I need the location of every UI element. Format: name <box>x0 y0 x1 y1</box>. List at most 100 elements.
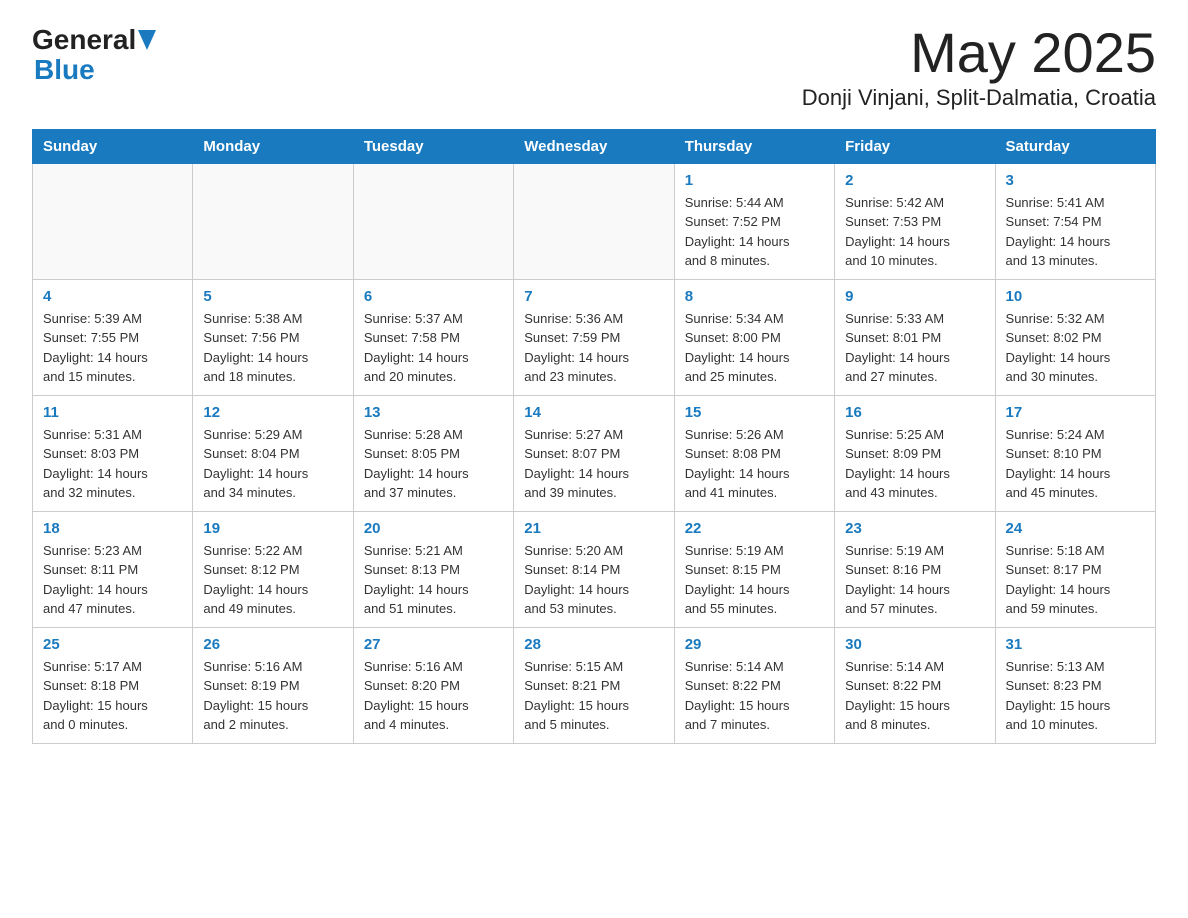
day-info: Sunrise: 5:29 AM Sunset: 8:04 PM Dayligh… <box>203 425 342 503</box>
calendar-cell: 25 Sunrise: 5:17 AM Sunset: 8:18 PM Dayli… <box>33 627 193 743</box>
calendar-cell: 5Sunrise: 5:38 AM Sunset: 7:56 PM Daylig… <box>193 279 353 395</box>
calendar-cell: 15 Sunrise: 5:26 AM Sunset: 8:08 PM Dayli… <box>674 395 834 511</box>
day-info: Sunrise: 5:18 AM Sunset: 8:17 PM Dayligh… <box>1006 541 1145 619</box>
day-number: 23 <box>845 520 984 537</box>
day-number: 8 <box>685 288 824 305</box>
day-info: Sunrise: 5:24 AM Sunset: 8:10 PM Dayligh… <box>1006 425 1145 503</box>
calendar-cell: 12Sunrise: 5:29 AM Sunset: 8:04 PM Dayli… <box>193 395 353 511</box>
day-number: 27 <box>364 636 503 653</box>
day-number: 9 <box>845 288 984 305</box>
calendar-cell: 16 Sunrise: 5:25 AM Sunset: 8:09 PM Dayli… <box>835 395 995 511</box>
day-info: Sunrise: 5:31 AM Sunset: 8:03 PM Dayligh… <box>43 425 182 503</box>
day-info: Sunrise: 5:13 AM Sunset: 8:23 PM Dayligh… <box>1006 657 1145 735</box>
day-number: 29 <box>685 636 824 653</box>
day-number: 3 <box>1006 172 1145 189</box>
day-info: Sunrise: 5:21 AM Sunset: 8:13 PM Dayligh… <box>364 541 503 619</box>
day-number: 17 <box>1006 404 1145 421</box>
day-number: 28 <box>524 636 663 653</box>
day-info: Sunrise: 5:36 AM Sunset: 7:59 PM Dayligh… <box>524 309 663 387</box>
day-info: Sunrise: 5:25 AM Sunset: 8:09 PM Dayligh… <box>845 425 984 503</box>
day-number: 26 <box>203 636 342 653</box>
calendar-day-header: Wednesday <box>514 129 674 163</box>
calendar-cell <box>33 163 193 279</box>
day-info: Sunrise: 5:38 AM Sunset: 7:56 PM Dayligh… <box>203 309 342 387</box>
day-number: 22 <box>685 520 824 537</box>
calendar-day-header: Sunday <box>33 129 193 163</box>
day-info: Sunrise: 5:16 AM Sunset: 8:19 PM Dayligh… <box>203 657 342 735</box>
calendar-cell: 28 Sunrise: 5:15 AM Sunset: 8:21 PM Dayli… <box>514 627 674 743</box>
calendar-header-row: SundayMondayTuesdayWednesdayThursdayFrid… <box>33 129 1156 163</box>
day-number: 1 <box>685 172 824 189</box>
day-info: Sunrise: 5:26 AM Sunset: 8:08 PM Dayligh… <box>685 425 824 503</box>
day-info: Sunrise: 5:19 AM Sunset: 8:16 PM Dayligh… <box>845 541 984 619</box>
day-number: 24 <box>1006 520 1145 537</box>
calendar-cell: 31 Sunrise: 5:13 AM Sunset: 8:23 PM Dayli… <box>995 627 1155 743</box>
calendar-cell: 14Sunrise: 5:27 AM Sunset: 8:07 PM Dayli… <box>514 395 674 511</box>
calendar-cell: 29 Sunrise: 5:14 AM Sunset: 8:22 PM Dayli… <box>674 627 834 743</box>
day-number: 19 <box>203 520 342 537</box>
calendar-cell: 6Sunrise: 5:37 AM Sunset: 7:58 PM Daylig… <box>353 279 513 395</box>
day-info: Sunrise: 5:41 AM Sunset: 7:54 PM Dayligh… <box>1006 193 1145 271</box>
logo: General Blue <box>32 24 156 86</box>
day-number: 7 <box>524 288 663 305</box>
day-info: Sunrise: 5:39 AM Sunset: 7:55 PM Dayligh… <box>43 309 182 387</box>
logo-general-text: General <box>32 24 136 56</box>
day-info: Sunrise: 5:37 AM Sunset: 7:58 PM Dayligh… <box>364 309 503 387</box>
day-info: Sunrise: 5:32 AM Sunset: 8:02 PM Dayligh… <box>1006 309 1145 387</box>
calendar-cell: 3 Sunrise: 5:41 AM Sunset: 7:54 PM Daylig… <box>995 163 1155 279</box>
day-info: Sunrise: 5:23 AM Sunset: 8:11 PM Dayligh… <box>43 541 182 619</box>
day-number: 31 <box>1006 636 1145 653</box>
day-info: Sunrise: 5:16 AM Sunset: 8:20 PM Dayligh… <box>364 657 503 735</box>
calendar-cell: 19 Sunrise: 5:22 AM Sunset: 8:12 PM Dayli… <box>193 511 353 627</box>
day-number: 4 <box>43 288 182 305</box>
calendar-day-header: Tuesday <box>353 129 513 163</box>
calendar-week-row: 25 Sunrise: 5:17 AM Sunset: 8:18 PM Dayli… <box>33 627 1156 743</box>
calendar-table: SundayMondayTuesdayWednesdayThursdayFrid… <box>32 129 1156 744</box>
day-number: 21 <box>524 520 663 537</box>
calendar-cell: 10 Sunrise: 5:32 AM Sunset: 8:02 PM Dayli… <box>995 279 1155 395</box>
calendar-cell: 26 Sunrise: 5:16 AM Sunset: 8:19 PM Dayli… <box>193 627 353 743</box>
day-number: 18 <box>43 520 182 537</box>
page-header: General Blue May 2025 Donji Vinjani, Spl… <box>32 24 1156 111</box>
day-info: Sunrise: 5:15 AM Sunset: 8:21 PM Dayligh… <box>524 657 663 735</box>
calendar-cell: 18 Sunrise: 5:23 AM Sunset: 8:11 PM Dayli… <box>33 511 193 627</box>
title-area: May 2025 Donji Vinjani, Split-Dalmatia, … <box>802 24 1156 111</box>
day-number: 11 <box>43 404 182 421</box>
calendar-cell <box>193 163 353 279</box>
day-info: Sunrise: 5:17 AM Sunset: 8:18 PM Dayligh… <box>43 657 182 735</box>
logo-blue-text: Blue <box>34 54 95 86</box>
calendar-week-row: 18 Sunrise: 5:23 AM Sunset: 8:11 PM Dayli… <box>33 511 1156 627</box>
calendar-cell: 7 Sunrise: 5:36 AM Sunset: 7:59 PM Daylig… <box>514 279 674 395</box>
calendar-day-header: Thursday <box>674 129 834 163</box>
calendar-cell <box>514 163 674 279</box>
calendar-day-header: Friday <box>835 129 995 163</box>
calendar-cell: 24 Sunrise: 5:18 AM Sunset: 8:17 PM Dayli… <box>995 511 1155 627</box>
day-info: Sunrise: 5:34 AM Sunset: 8:00 PM Dayligh… <box>685 309 824 387</box>
day-info: Sunrise: 5:22 AM Sunset: 8:12 PM Dayligh… <box>203 541 342 619</box>
day-number: 25 <box>43 636 182 653</box>
calendar-cell: 4 Sunrise: 5:39 AM Sunset: 7:55 PM Daylig… <box>33 279 193 395</box>
day-info: Sunrise: 5:14 AM Sunset: 8:22 PM Dayligh… <box>845 657 984 735</box>
day-info: Sunrise: 5:14 AM Sunset: 8:22 PM Dayligh… <box>685 657 824 735</box>
month-title: May 2025 <box>802 24 1156 83</box>
calendar-week-row: 1Sunrise: 5:44 AM Sunset: 7:52 PM Daylig… <box>33 163 1156 279</box>
day-info: Sunrise: 5:28 AM Sunset: 8:05 PM Dayligh… <box>364 425 503 503</box>
day-number: 10 <box>1006 288 1145 305</box>
day-number: 16 <box>845 404 984 421</box>
calendar-week-row: 4 Sunrise: 5:39 AM Sunset: 7:55 PM Daylig… <box>33 279 1156 395</box>
calendar-cell: 17 Sunrise: 5:24 AM Sunset: 8:10 PM Dayli… <box>995 395 1155 511</box>
calendar-cell: 23 Sunrise: 5:19 AM Sunset: 8:16 PM Dayli… <box>835 511 995 627</box>
calendar-cell: 21Sunrise: 5:20 AM Sunset: 8:14 PM Dayli… <box>514 511 674 627</box>
day-number: 15 <box>685 404 824 421</box>
day-info: Sunrise: 5:27 AM Sunset: 8:07 PM Dayligh… <box>524 425 663 503</box>
location-title: Donji Vinjani, Split-Dalmatia, Croatia <box>802 85 1156 111</box>
calendar-day-header: Saturday <box>995 129 1155 163</box>
calendar-cell: 13Sunrise: 5:28 AM Sunset: 8:05 PM Dayli… <box>353 395 513 511</box>
day-info: Sunrise: 5:33 AM Sunset: 8:01 PM Dayligh… <box>845 309 984 387</box>
calendar-cell: 22 Sunrise: 5:19 AM Sunset: 8:15 PM Dayli… <box>674 511 834 627</box>
calendar-cell: 9 Sunrise: 5:33 AM Sunset: 8:01 PM Daylig… <box>835 279 995 395</box>
calendar-cell: 2Sunrise: 5:42 AM Sunset: 7:53 PM Daylig… <box>835 163 995 279</box>
day-info: Sunrise: 5:19 AM Sunset: 8:15 PM Dayligh… <box>685 541 824 619</box>
calendar-week-row: 11 Sunrise: 5:31 AM Sunset: 8:03 PM Dayli… <box>33 395 1156 511</box>
calendar-day-header: Monday <box>193 129 353 163</box>
